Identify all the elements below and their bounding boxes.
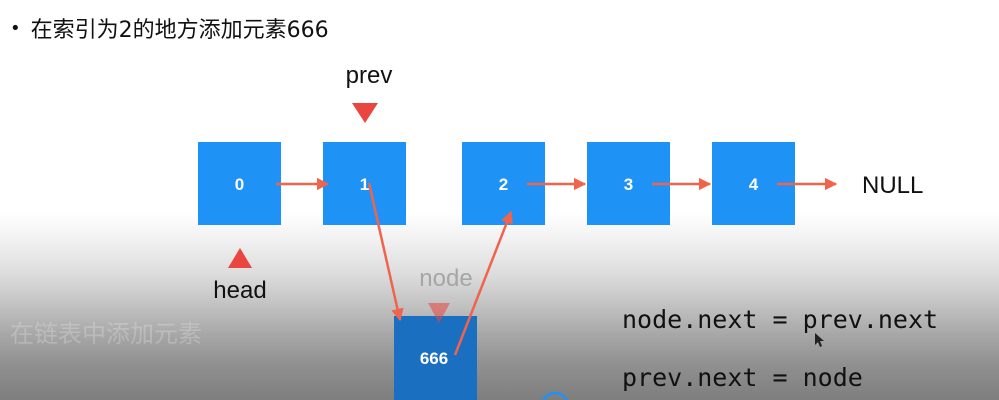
node-2-value: 2 bbox=[499, 175, 508, 194]
node-1-value: 1 bbox=[360, 175, 369, 194]
video-progress-icon[interactable] bbox=[542, 391, 568, 400]
head-pointer-marker bbox=[228, 248, 252, 268]
slide: • 在索引为2的地方添加元素666 在链表中添加元素 0 1 2 3 4 666 bbox=[0, 0, 999, 400]
node-label: node bbox=[419, 265, 472, 292]
linked-list-diagram: 在链表中添加元素 0 1 2 3 4 666 NULL prev head no… bbox=[10, 62, 938, 400]
null-label: NULL bbox=[862, 172, 923, 199]
prev-label: prev bbox=[346, 62, 393, 89]
code-line-1: node.next = prev.next bbox=[622, 305, 938, 334]
code-line-2: prev.next = node bbox=[622, 363, 863, 392]
node-0-value: 0 bbox=[235, 175, 244, 194]
node-3-value: 3 bbox=[624, 175, 633, 194]
node-4-value: 4 bbox=[749, 175, 759, 194]
prev-pointer-marker bbox=[352, 103, 378, 123]
new-node-value: 666 bbox=[420, 349, 448, 368]
head-label: head bbox=[213, 277, 266, 304]
watermark-caption: 在链表中添加元素 bbox=[10, 320, 202, 348]
mouse-cursor-icon bbox=[815, 333, 824, 347]
